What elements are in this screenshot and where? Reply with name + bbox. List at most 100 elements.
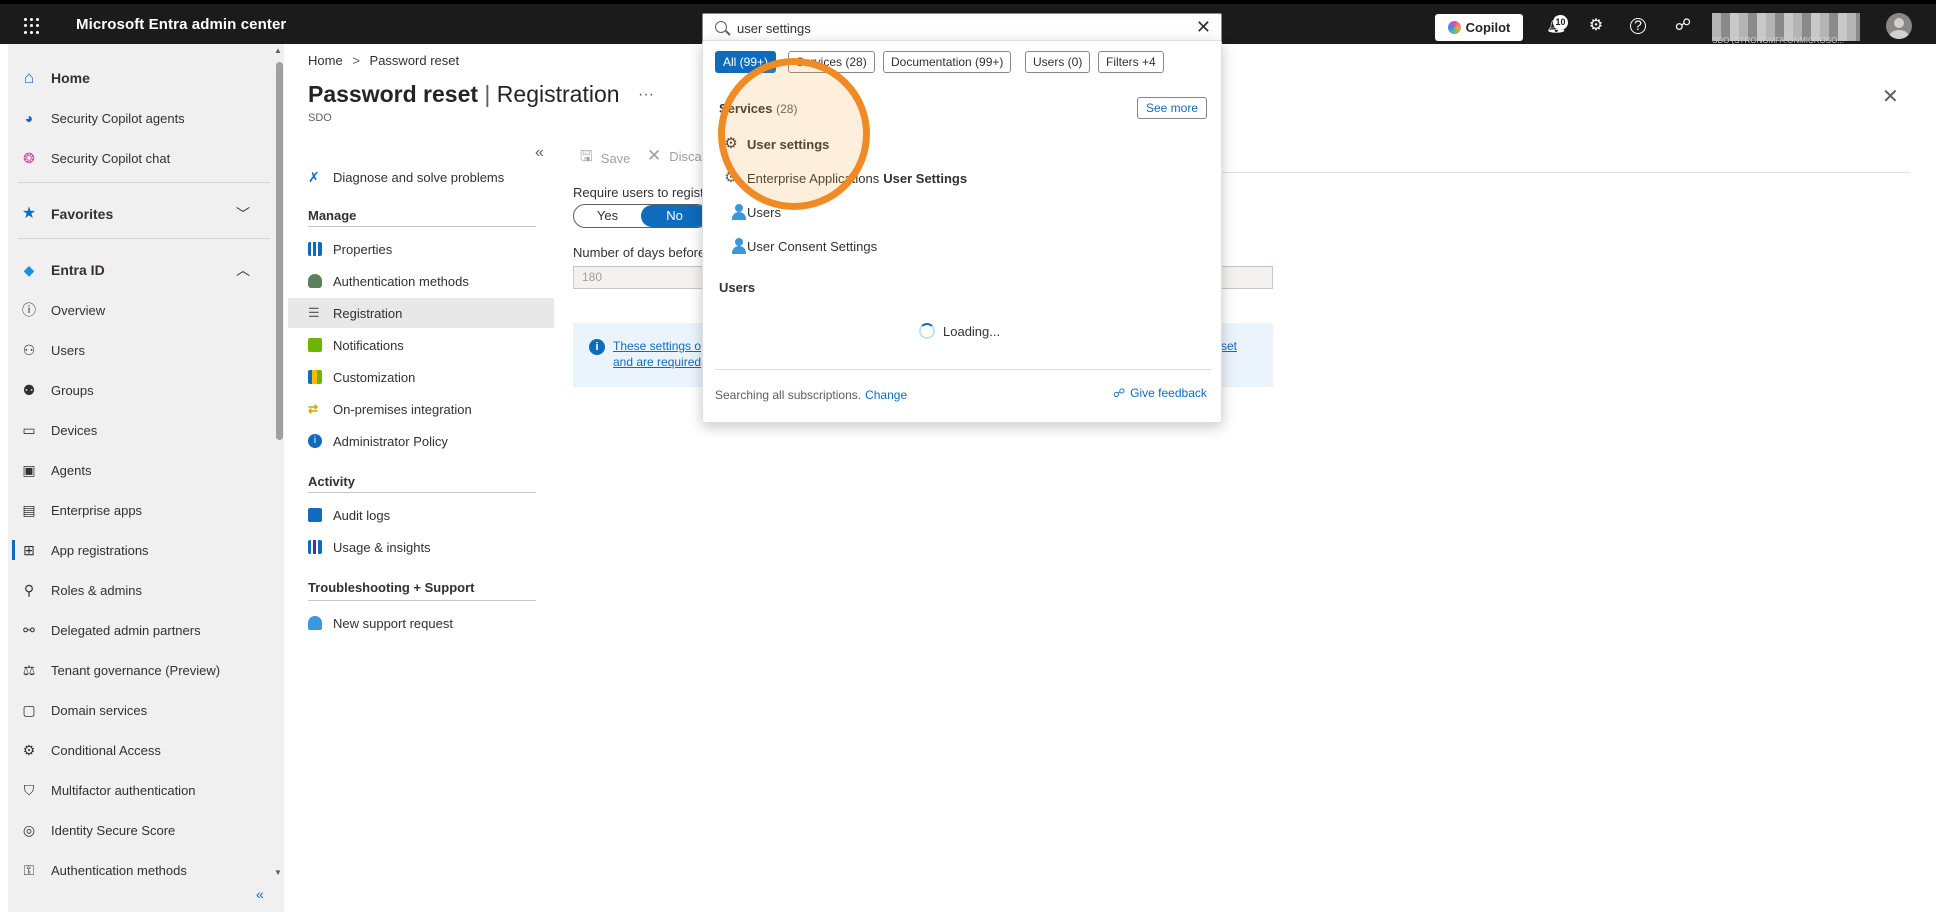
toggle-yes[interactable]: Yes <box>574 205 641 227</box>
usage-insights-icon <box>308 540 322 554</box>
change-link[interactable]: Change <box>865 388 907 402</box>
require-register-label: Require users to regist <box>573 185 704 200</box>
sidebar-item-favorites[interactable]: ★ Favorites ﹀ <box>8 196 270 232</box>
breadcrumb-current[interactable]: Password reset <box>370 53 460 68</box>
audit-logs-icon <box>308 508 322 522</box>
authentication-methods-icon: ⚿ <box>23 862 35 878</box>
sidebar-item-entra-id[interactable]: ◆ Entra ID ︿ <box>8 252 270 288</box>
more-options-icon[interactable]: ··· <box>638 86 654 104</box>
info-link-end[interactable]: set <box>1221 339 1237 353</box>
divider <box>715 369 1211 370</box>
spinner-icon <box>919 323 935 339</box>
menu-item-new-support-request[interactable]: New support request <box>288 608 534 638</box>
sidebar-item-delegated-admin-partners[interactable]: ⚯ Delegated admin partners <box>8 612 270 648</box>
search-box[interactable]: ✕ <box>702 13 1222 43</box>
sidebar-item-domain-services[interactable]: ▢ Domain services <box>8 692 270 728</box>
scroll-down-icon[interactable]: ▼ <box>274 868 282 877</box>
secure-score-icon: ◎ <box>22 822 36 838</box>
copilot-button[interactable]: Copilot <box>1435 14 1523 41</box>
highlight-ring <box>718 58 870 210</box>
menu-item-audit-logs[interactable]: Audit logs <box>288 500 534 530</box>
sidebar-item-label: Roles & admins <box>51 582 143 598</box>
menu-item-administrator-policy[interactable]: i Administrator Policy <box>288 426 534 456</box>
list-icon: ☰ <box>308 305 320 320</box>
sidebar-item-authentication-methods[interactable]: ⚿ Authentication methods <box>8 852 270 888</box>
loading-indicator: Loading... <box>919 323 1000 339</box>
menu-item-label: Administrator Policy <box>333 433 448 449</box>
sidebar-item-enterprise-apps[interactable]: ▤ Enterprise apps <box>8 492 270 528</box>
info-link[interactable]: These settings o <box>613 339 701 353</box>
feedback-icon[interactable]: ☍ <box>1673 16 1693 36</box>
copilot-agents-icon: ◕ <box>24 110 34 126</box>
sidebar-item-groups[interactable]: ⚉ Groups <box>8 372 270 408</box>
sidebar-item-label: Security Copilot agents <box>51 110 185 126</box>
copilot-icon <box>1447 21 1461 34</box>
menu-item-label: Registration <box>333 305 403 321</box>
shield-icon <box>308 274 322 288</box>
give-feedback-link[interactable]: ☍ Give feedback <box>1113 386 1207 400</box>
app-launcher-icon[interactable] <box>24 18 40 34</box>
search-input[interactable] <box>737 19 1177 37</box>
menu-item-notifications[interactable]: Notifications <box>288 330 534 360</box>
close-icon[interactable]: ✕ <box>1882 84 1899 109</box>
require-register-toggle[interactable]: Yes No <box>573 204 709 228</box>
help-icon[interactable]: ? <box>1630 18 1646 34</box>
user-icon: ⚇ <box>22 342 36 358</box>
sidebar-item-agents[interactable]: ▣ Agents <box>8 452 270 488</box>
roles-icon: ⚲ <box>23 582 35 598</box>
sidebar-item-label: Entra ID <box>51 262 105 278</box>
collapse-sidebar-icon[interactable]: « <box>256 886 264 902</box>
sidebar-item-home[interactable]: ⌂ Home <box>8 60 270 96</box>
clear-search-icon[interactable]: ✕ <box>1196 18 1211 36</box>
menu-item-customization[interactable]: Customization <box>288 362 534 392</box>
sidebar-item-security-copilot-chat[interactable]: ❂ Security Copilot chat <box>8 140 270 176</box>
users-section-header: Users <box>719 280 756 295</box>
save-icon: 🖫︎ <box>580 148 593 165</box>
sidebar-item-multifactor-authentication[interactable]: ⛉ Multifactor authentication <box>8 772 270 808</box>
sidebar-item-app-registrations[interactable]: ⊞ App registrations <box>8 532 270 568</box>
filter-users[interactable]: Users (0) <box>1025 51 1091 73</box>
sidebar-item-security-copilot-agents[interactable]: ◕ Security Copilot agents <box>8 100 270 136</box>
info-link-line2[interactable]: and are required <box>613 355 701 369</box>
scroll-up-icon[interactable]: ▲ <box>274 46 282 55</box>
see-more-button[interactable]: See more <box>1137 97 1207 119</box>
sidebar-item-label: Home <box>51 70 90 86</box>
filter-more[interactable]: Filters +4 <box>1098 51 1164 73</box>
sidebar-item-overview[interactable]: ⓘ Overview <box>8 292 270 328</box>
menu-item-label: Usage & insights <box>333 539 431 555</box>
menu-item-registration[interactable]: ☰ Registration <box>288 298 554 328</box>
notifications-icon <box>308 338 322 352</box>
sidebar-item-label: Multifactor authentication <box>51 782 196 798</box>
discard-label: Disca <box>669 148 702 164</box>
sidebar-item-identity-secure-score[interactable]: ◎ Identity Secure Score <box>8 812 270 848</box>
save-button[interactable]: 🖫︎ Save <box>580 146 630 171</box>
sidebar-item-label: Authentication methods <box>51 862 187 878</box>
menu-item-label: Diagnose and solve problems <box>333 169 505 185</box>
customization-icon <box>308 370 322 384</box>
discard-button[interactable]: ✕ Disca <box>647 146 702 166</box>
partners-icon: ⚯ <box>23 622 35 638</box>
menu-item-authentication-methods[interactable]: Authentication methods <box>288 266 534 296</box>
settings-gear-icon[interactable]: ⚙ <box>1586 16 1606 36</box>
sidebar-item-users[interactable]: ⚇ Users <box>8 332 270 368</box>
result-user-consent-settings[interactable]: User Consent Settings <box>723 235 877 257</box>
toggle-no[interactable]: No <box>641 205 708 227</box>
app-title[interactable]: Microsoft Entra admin center <box>76 16 286 33</box>
sidebar-item-tenant-governance[interactable]: ⚖ Tenant governance (Preview) <box>8 652 270 688</box>
menu-item-on-premises-integration[interactable]: ⇄ On-premises integration <box>288 394 534 424</box>
avatar[interactable] <box>1886 13 1912 39</box>
filter-documentation[interactable]: Documentation (99+) <box>883 51 1012 73</box>
info-icon: i <box>589 339 605 355</box>
menu-item-diagnose[interactable]: ✗ Diagnose and solve problems <box>288 162 534 192</box>
shield-icon: ⛉ <box>23 782 35 798</box>
result-label: User Consent Settings <box>747 238 878 254</box>
sidebar-scrollbar-thumb[interactable] <box>276 62 283 440</box>
sidebar-item-label: Devices <box>51 422 98 438</box>
menu-item-properties[interactable]: Properties <box>288 234 534 264</box>
breadcrumb-home[interactable]: Home <box>308 53 343 68</box>
menu-item-usage-insights[interactable]: Usage & insights <box>288 532 534 562</box>
sidebar-item-devices[interactable]: ▭ Devices <box>8 412 270 448</box>
collapse-menu-icon[interactable]: « <box>535 144 544 162</box>
sidebar-item-roles-admins[interactable]: ⚲ Roles & admins <box>8 572 270 608</box>
sidebar-item-conditional-access[interactable]: ⚙ Conditional Access <box>8 732 270 768</box>
